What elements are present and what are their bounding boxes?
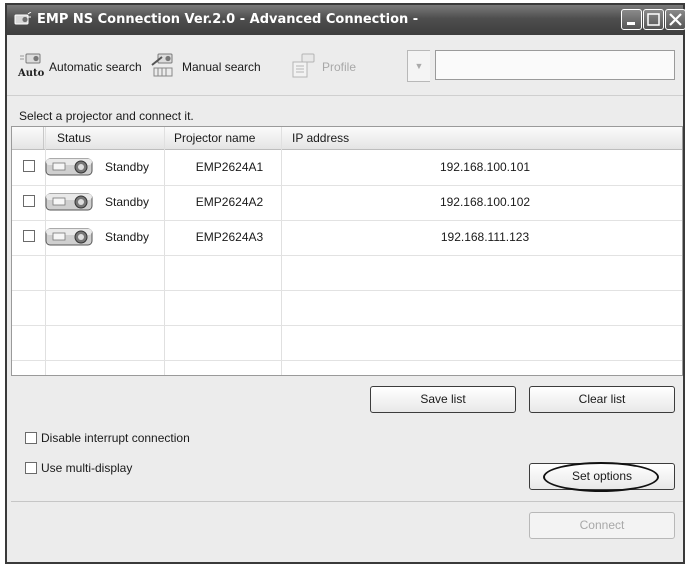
window-title: EMP NS Connection Ver.2.0 - Advanced Con… bbox=[37, 12, 419, 27]
connect-button[interactable]: Connect bbox=[529, 512, 675, 539]
chevron-down-icon: ▼ bbox=[414, 61, 424, 71]
column-header-status[interactable]: Status bbox=[57, 131, 91, 145]
ip-address: 192.168.111.123 bbox=[440, 230, 530, 244]
projector-icon bbox=[45, 228, 93, 246]
minimize-button[interactable] bbox=[621, 9, 642, 30]
automatic-search-icon: Auto bbox=[17, 53, 45, 79]
column-header-projector-name[interactable]: Projector name bbox=[174, 131, 255, 145]
manual-search-label: Manual search bbox=[182, 60, 261, 74]
projector-name: EMP2624A3 bbox=[195, 230, 264, 244]
row-divider bbox=[12, 290, 682, 291]
status-text: Standby bbox=[105, 160, 150, 174]
multi-display-label: Use multi-display bbox=[41, 461, 133, 475]
projector-name: EMP2624A1 bbox=[195, 160, 264, 174]
automatic-search-icon-caption: Auto bbox=[17, 68, 45, 79]
status-text: Standby bbox=[105, 230, 150, 244]
table-row[interactable]: Standby EMP2624A2 192.168.100.102 bbox=[12, 185, 682, 220]
close-button[interactable] bbox=[665, 9, 686, 30]
minimize-icon bbox=[627, 22, 635, 25]
list-header: Status Projector name IP address bbox=[12, 127, 682, 150]
multi-display-checkbox[interactable] bbox=[25, 462, 37, 474]
ip-address: 192.168.100.101 bbox=[439, 160, 531, 174]
disable-interrupt-checkbox[interactable] bbox=[25, 432, 37, 444]
instruction-text: Select a projector and connect it. bbox=[19, 109, 194, 123]
profile-dropdown-arrow[interactable]: ▼ bbox=[407, 50, 430, 82]
row-divider bbox=[12, 325, 682, 326]
projector-name: EMP2624A2 bbox=[195, 195, 264, 209]
table-row[interactable]: Standby EMP2624A1 192.168.100.101 bbox=[12, 150, 682, 185]
ip-address: 192.168.100.102 bbox=[439, 195, 531, 209]
row-checkbox[interactable] bbox=[23, 195, 35, 207]
manual-search-icon bbox=[151, 53, 173, 77]
table-row[interactable]: Standby EMP2624A3 192.168.111.123 bbox=[12, 220, 682, 255]
footer-divider bbox=[11, 501, 683, 502]
clear-list-button[interactable]: Clear list bbox=[529, 386, 675, 413]
save-list-button[interactable]: Save list bbox=[370, 386, 516, 413]
column-header-ip-address[interactable]: IP address bbox=[292, 131, 349, 145]
toolbar: Auto Automatic search Manual search Prof… bbox=[7, 35, 683, 96]
projector-list[interactable]: Status Projector name IP address Standby bbox=[11, 126, 683, 376]
row-divider bbox=[12, 360, 682, 361]
title-bar[interactable]: EMP NS Connection Ver.2.0 - Advanced Con… bbox=[7, 5, 686, 35]
profile-path-field[interactable] bbox=[435, 50, 675, 80]
row-divider bbox=[12, 255, 682, 256]
profile-icon bbox=[292, 53, 315, 78]
row-checkbox[interactable] bbox=[23, 160, 35, 172]
app-icon bbox=[14, 12, 32, 25]
set-options-button[interactable]: Set options bbox=[529, 463, 675, 490]
projector-icon bbox=[45, 158, 93, 176]
disable-interrupt-label: Disable interrupt connection bbox=[41, 431, 190, 445]
header-divider bbox=[43, 127, 44, 149]
advanced-connection-window: EMP NS Connection Ver.2.0 - Advanced Con… bbox=[5, 3, 686, 564]
profile-label: Profile bbox=[322, 60, 357, 74]
projector-icon bbox=[45, 193, 93, 211]
status-text: Standby bbox=[105, 195, 150, 209]
automatic-search-label: Automatic search bbox=[49, 60, 142, 74]
maximize-button[interactable] bbox=[643, 9, 664, 30]
close-icon bbox=[669, 13, 682, 26]
maximize-icon bbox=[647, 13, 660, 26]
row-checkbox[interactable] bbox=[23, 230, 35, 242]
